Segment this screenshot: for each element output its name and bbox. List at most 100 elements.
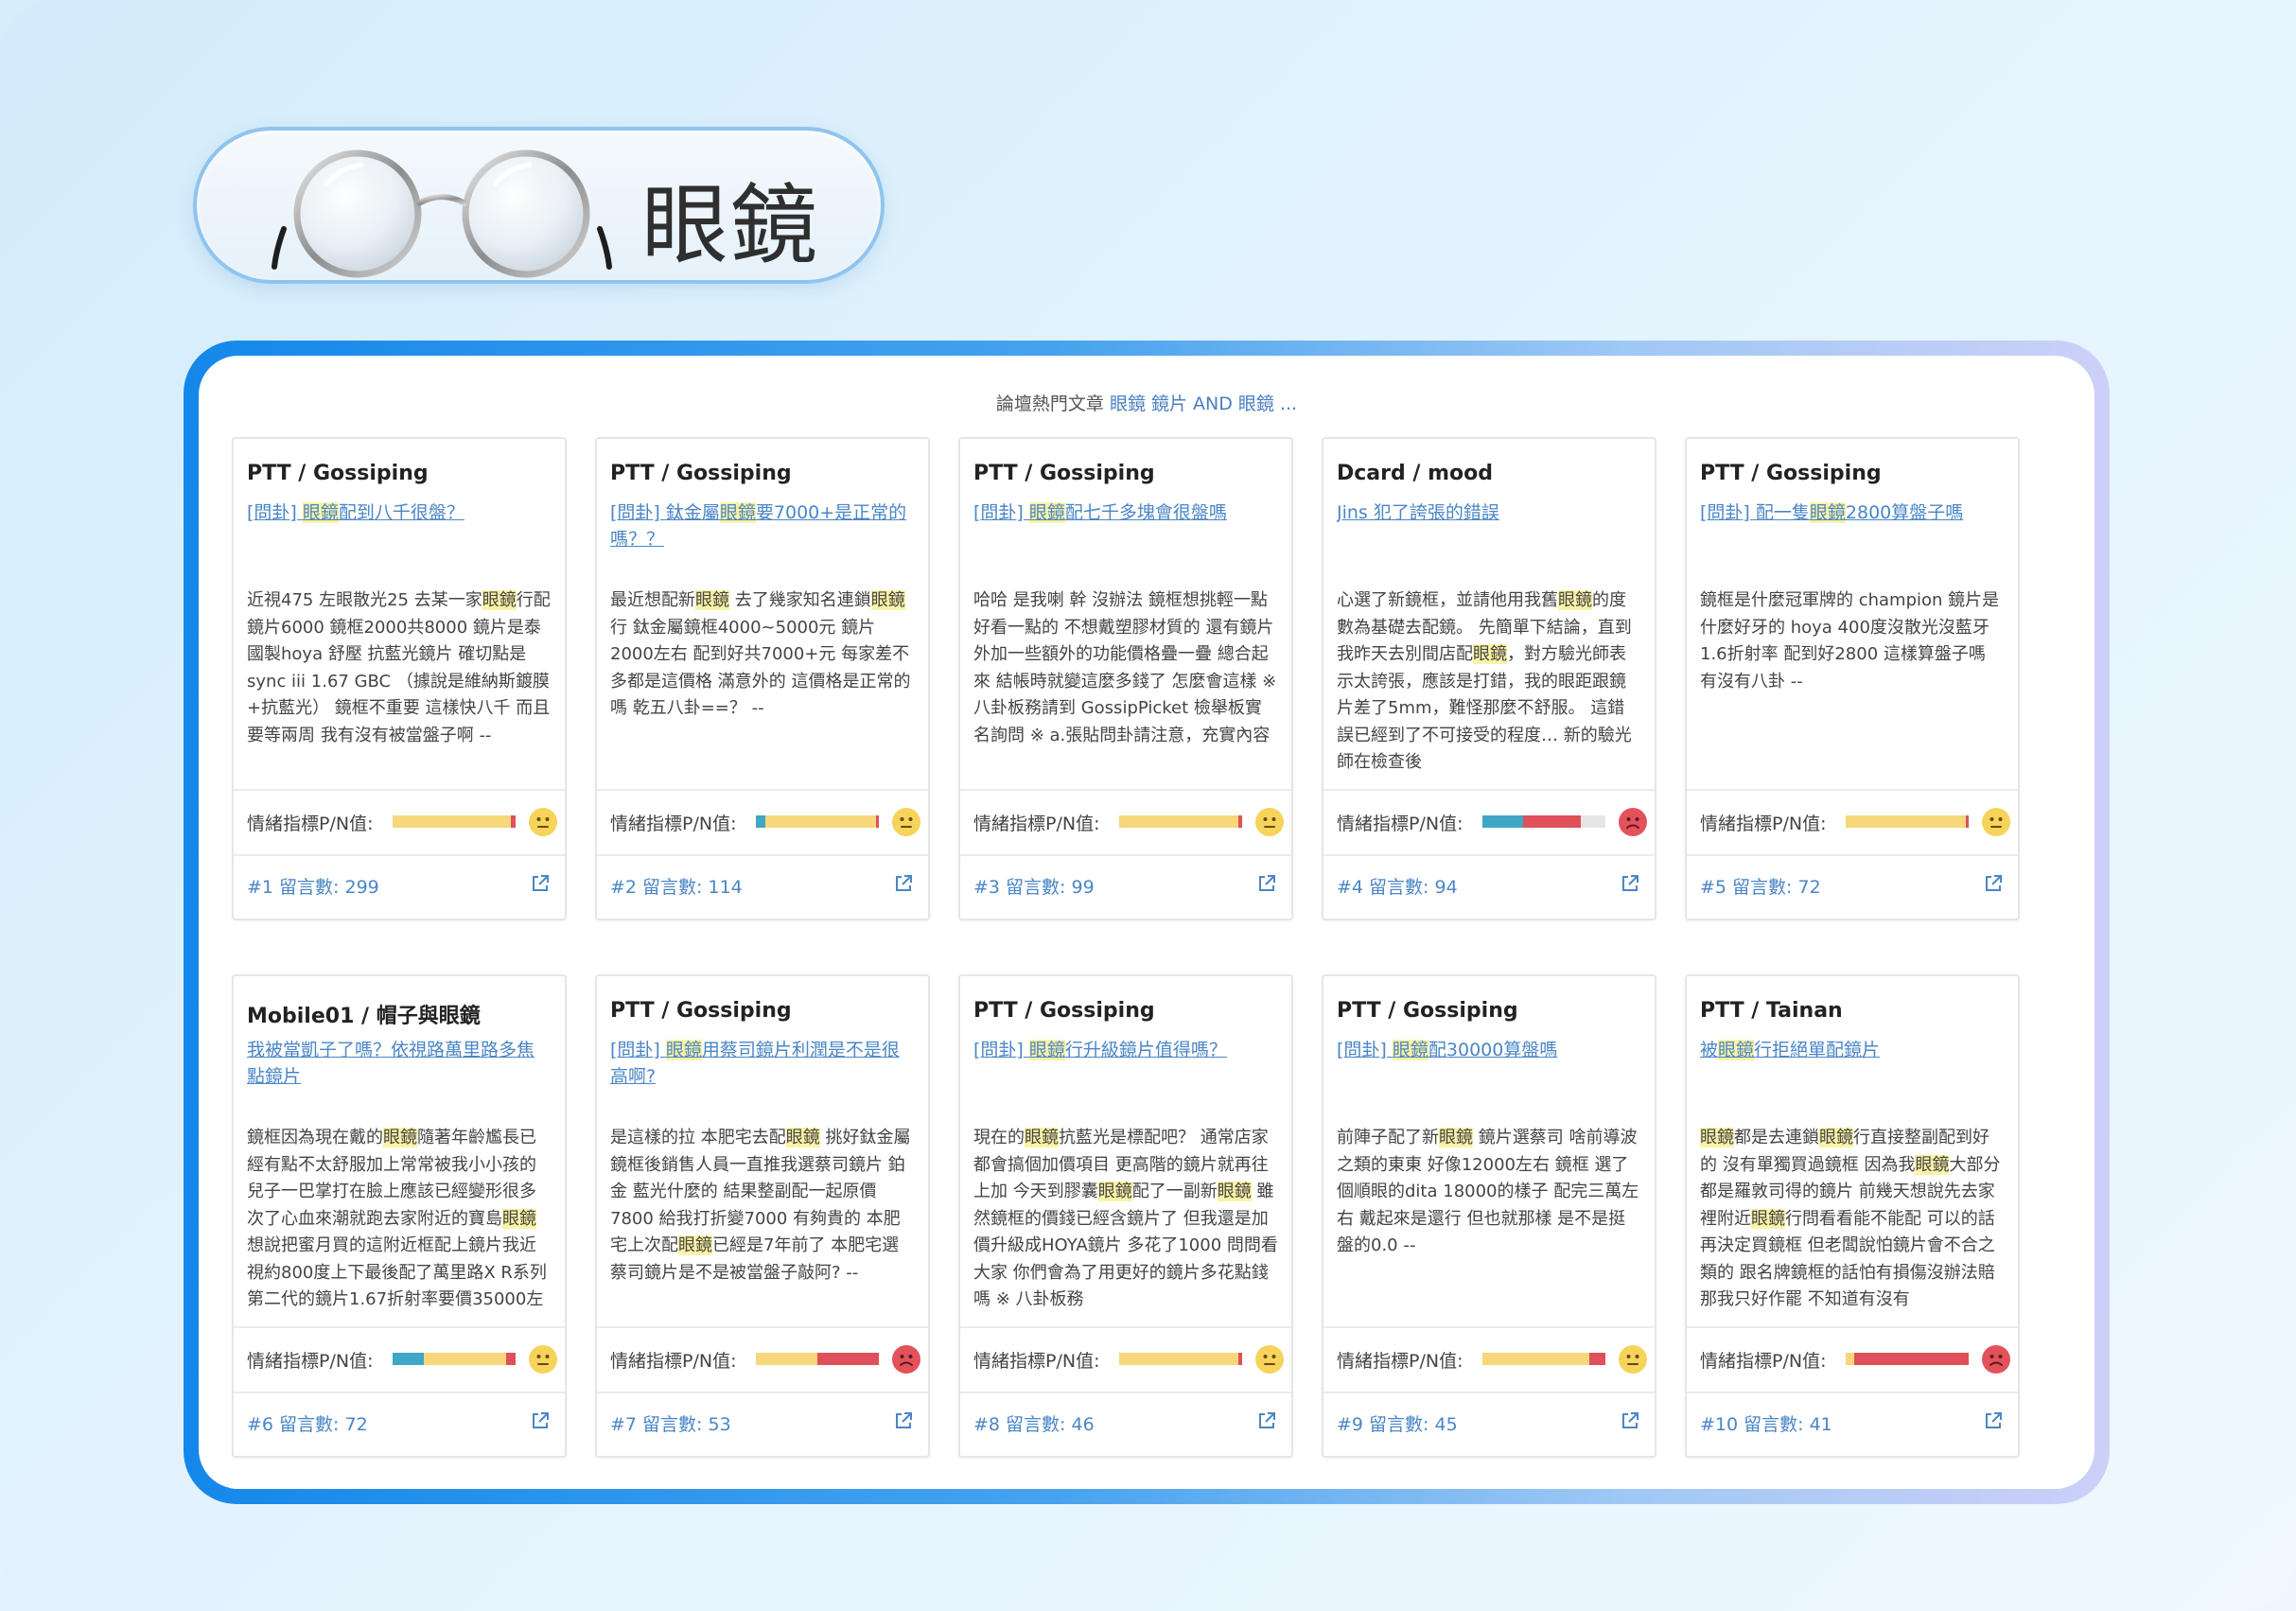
text-run: 去了幾家知名連鎖 (729, 590, 871, 610)
text-run: 鏡框是什麼冠軍牌的 champion 鏡片是什麼好牙的 hoya 400度沒散光… (1700, 590, 2000, 692)
keyword-highlight: 眼鏡 (502, 1208, 536, 1229)
sentiment-label: 情緒指標P/N值: (610, 1351, 737, 1372)
text-run: 行拒絕單配鏡片 (1754, 1040, 1881, 1060)
keyword-highlight: 眼鏡 (1028, 502, 1065, 523)
divider (960, 1392, 1291, 1393)
article-excerpt: 近視475 左眼散光25 去某一家眼鏡行配 鏡片6000 鏡框2000共8000… (247, 587, 552, 777)
keyword-highlight: 眼鏡 (1392, 1040, 1428, 1060)
neutral-face-icon (1619, 1345, 1647, 1374)
divider (1687, 854, 2018, 856)
sentiment-label: 情緒指標P/N值: (247, 814, 374, 834)
sentiment-label: 情緒指標P/N值: (973, 1351, 1100, 1372)
keyword-highlight: 眼鏡 (383, 1128, 417, 1147)
article-title-link[interactable]: [問卦] 眼鏡用蔡司鏡片利潤是不是很高啊? (610, 1037, 915, 1090)
article-title-link[interactable]: [問卦] 眼鏡配七千多塊會很盤嗎 (973, 499, 1278, 526)
divider (597, 854, 928, 856)
article-card: PTT / Gossiping [問卦] 眼鏡配七千多塊會很盤嗎哈哈 是我喇 幹 … (958, 437, 1293, 920)
article-excerpt: 鏡框因為現在戴的眼鏡隨著年齡尷長已經有點不太舒服加上常常被我小小孩的兒子一巴掌打… (247, 1125, 552, 1314)
sentiment-neutral-segment (1846, 1353, 1855, 1365)
keyword-highlight: 眼鏡 (1439, 1128, 1473, 1147)
keyword-highlight: 眼鏡 (1217, 1182, 1252, 1201)
external-link-icon[interactable] (529, 1410, 552, 1432)
text-run: 我被當凱子了嗎？依視路萬里路多焦點鏡片 (247, 1040, 535, 1087)
keyword-highlight: 眼鏡 (1915, 1154, 1950, 1175)
divider (1323, 854, 1655, 856)
neutral-face-icon (1255, 808, 1284, 836)
keyword-highlight: 眼鏡 (1718, 1040, 1755, 1060)
sentiment-bar (393, 1353, 516, 1365)
external-link-icon[interactable] (1255, 1410, 1278, 1432)
article-excerpt: 是這樣的拉 本肥宅去配眼鏡 挑好鈦金屬鏡框後銷售人員一直推我選蔡司鏡片 鉑金 藍… (610, 1125, 915, 1314)
text-run: 配到八千很盤？ (338, 502, 464, 523)
comment-count: #4 留言數: 94 (1337, 877, 1458, 898)
external-link-icon[interactable] (892, 1410, 915, 1432)
external-link-icon[interactable] (1255, 872, 1278, 895)
keyword-highlight: 眼鏡 (482, 590, 517, 610)
article-card: PTT / Gossiping [問卦] 配一隻眼鏡2800算盤子嗎 鏡框是什麼冠軍… (1685, 437, 2020, 920)
text-run: 現在的 (973, 1128, 1025, 1147)
divider (597, 1392, 928, 1393)
sentiment-label: 情緒指標P/N值: (973, 814, 1100, 834)
article-source: Dcard / mood (1337, 462, 1493, 485)
keyword-highlight: 眼鏡 (695, 590, 729, 610)
article-source: PTT / Gossiping (610, 999, 792, 1023)
article-title-link[interactable]: Jins 犯了誇張的錯誤 (1337, 499, 1641, 526)
article-excerpt: 鏡框是什麼冠軍牌的 champion 鏡片是什麼好牙的 hoya 400度沒散光… (1700, 587, 2005, 777)
keyword-highlight: 眼鏡 (1473, 644, 1507, 664)
divider (1687, 1392, 2018, 1393)
panel-heading: 論壇熱門文章 眼鏡 鏡片 AND 眼鏡 ... (199, 390, 2094, 415)
external-link-icon[interactable] (1982, 872, 2005, 895)
sentiment-neutral-segment (1846, 815, 1967, 828)
text-run: [問卦] (610, 1040, 666, 1060)
sad-face-icon (1619, 808, 1647, 836)
sentiment-bar (1846, 1353, 1969, 1365)
external-link-icon[interactable] (529, 872, 552, 895)
article-source: Mobile01 / 帽子與眼鏡 (247, 1005, 481, 1028)
article-title-link[interactable]: [問卦] 眼鏡配30000算盤嗎 (1337, 1037, 1641, 1063)
article-title-link[interactable]: [問卦] 配一隻眼鏡2800算盤子嗎 (1700, 499, 2005, 526)
text-run: [問卦] 配一隻 (1700, 502, 1810, 523)
article-excerpt: 現在的眼鏡抗藍光是標配吧？ 通常店家都會搞個加價項目 更高階的鏡片就再往上加 今… (973, 1125, 1278, 1314)
results-panel: 論壇熱門文章 眼鏡 鏡片 AND 眼鏡 ... PTT / Gossiping [… (199, 356, 2094, 1489)
search-query-link[interactable]: 眼鏡 鏡片 AND 眼鏡 ... (1110, 394, 1297, 414)
comment-count: #5 留言數: 72 (1700, 877, 1821, 898)
neutral-face-icon (1255, 1345, 1284, 1374)
keyword-highlight: 眼鏡 (719, 502, 756, 523)
article-title-link[interactable]: [問卦] 眼鏡行升級鏡片值得嗎？ (973, 1037, 1278, 1063)
sentiment-label: 情緒指標P/N值: (610, 814, 737, 834)
article-card: Dcard / mood Jins 犯了誇張的錯誤 心選了新鏡框，並請他用我舊眼鏡的… (1322, 437, 1656, 920)
text-run: [問卦] (973, 1040, 1029, 1060)
external-link-icon[interactable] (1619, 872, 1641, 895)
article-excerpt: 哈哈 是我喇 幹 沒辦法 鏡框想挑輕一點好看一點的 不想戴塑膠材質的 還有鏡片外… (973, 587, 1278, 777)
divider (960, 1326, 1291, 1328)
external-link-icon[interactable] (1619, 1410, 1641, 1432)
article-card: PTT / Tainan 被眼鏡行拒絕單配鏡片 眼鏡都是去連鎖眼鏡行直接整副配到好的… (1685, 974, 2020, 1458)
text-run: 配30000算盤嗎 (1428, 1040, 1558, 1060)
sentiment-bar (393, 815, 516, 828)
article-title-link[interactable]: 被眼鏡行拒絕單配鏡片 (1700, 1037, 2005, 1063)
external-link-icon[interactable] (1982, 1410, 2005, 1432)
text-run: 行配 鏡片6000 鏡框2000共8000 鏡片是泰國製hoya 舒壓 抗藍光鏡… (247, 590, 551, 745)
panel-heading-prefix: 論壇熱門文章 (995, 394, 1104, 414)
divider (597, 1326, 928, 1328)
article-title-link[interactable]: 我被當凱子了嗎？依視路萬里路多焦點鏡片 (247, 1037, 552, 1090)
article-excerpt: 前陣子配了新眼鏡 鏡片選蔡司 啥前導波之類的東東 好像12000左右 鏡框 選了… (1337, 1125, 1641, 1314)
article-source: PTT / Gossiping (973, 462, 1155, 485)
comment-count: #6 留言數: 72 (247, 1414, 368, 1435)
external-link-icon[interactable] (892, 872, 915, 895)
comment-count: #7 留言數: 53 (610, 1414, 731, 1435)
text-run: [問卦] (973, 502, 1029, 523)
comment-count: #2 留言數: 114 (610, 877, 743, 898)
divider (1323, 789, 1655, 791)
keyword-highlight: 眼鏡 (1700, 1128, 1734, 1147)
article-title-link[interactable]: [問卦] 鈦金屬眼鏡要7000+是正常的嗎？？ (610, 499, 915, 552)
article-source: PTT / Gossiping (610, 462, 792, 485)
sad-face-icon (1982, 1345, 2010, 1374)
comment-count: #1 留言數: 299 (247, 877, 379, 898)
text-run: 前陣子配了新 (1337, 1128, 1439, 1147)
sentiment-neutral-segment (1119, 1353, 1239, 1365)
sentiment-bar (1846, 815, 1969, 828)
keyword-highlight: 眼鏡 (870, 590, 905, 610)
article-title-link[interactable]: [問卦] 眼鏡配到八千很盤？ (247, 499, 552, 526)
sentiment-neutral-segment (1119, 815, 1239, 828)
